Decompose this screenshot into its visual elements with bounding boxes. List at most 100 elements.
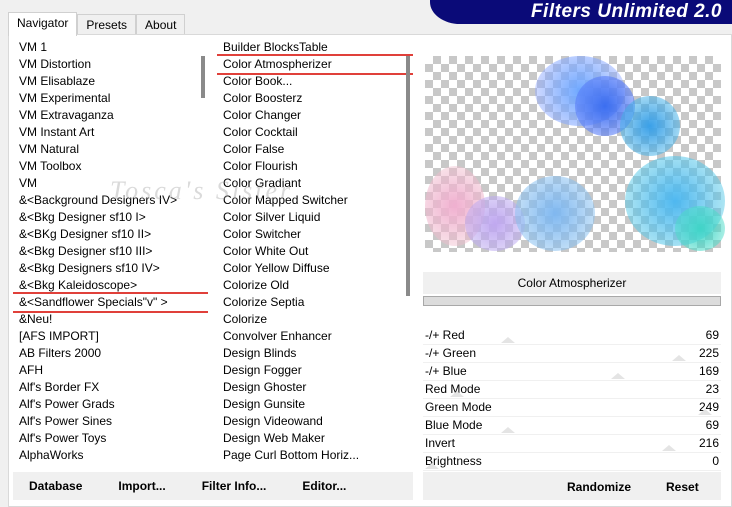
slider-value: 23 bbox=[705, 382, 719, 396]
category-item[interactable]: AlphaWorks bbox=[13, 447, 208, 464]
filter-item[interactable]: Color Boosterz bbox=[217, 90, 413, 107]
app-title-banner: Filters Unlimited 2.0 bbox=[430, 0, 732, 24]
filter-item[interactable]: Design Ghoster bbox=[217, 379, 413, 396]
reset-button[interactable]: Reset bbox=[666, 480, 699, 494]
randomize-button[interactable]: Randomize bbox=[567, 480, 631, 494]
slider-row[interactable]: -/+ Green 225 bbox=[423, 345, 721, 363]
category-item[interactable]: &<Bkg Designer sf10 III> bbox=[13, 243, 208, 260]
slider-row[interactable]: Invert 216 bbox=[423, 435, 721, 453]
slider-label: Blue Mode bbox=[425, 418, 483, 432]
filter-item[interactable]: Colorize bbox=[217, 311, 413, 328]
import-button[interactable]: Import... bbox=[118, 479, 165, 493]
category-item[interactable]: &<BKg Designer sf10 II> bbox=[13, 226, 208, 243]
slider-label: -/+ Green bbox=[425, 346, 477, 360]
category-item[interactable]: [AFS IMPORT] bbox=[13, 328, 208, 345]
category-item[interactable]: AB Filters 2000 bbox=[13, 345, 208, 362]
category-item[interactable]: Alf's Border FX bbox=[13, 379, 208, 396]
category-list[interactable]: VM 1 VM Distortion VM Elisablaze VM Experim… bbox=[13, 38, 208, 470]
category-item[interactable]: &Neu! bbox=[13, 311, 208, 328]
slider-row[interactable]: Red Mode 23 bbox=[423, 381, 721, 399]
category-item[interactable]: VM Extravaganza bbox=[13, 107, 208, 124]
bottom-toolbar: Database Import... Filter Info... Editor… bbox=[13, 472, 413, 500]
slider-row[interactable]: -/+ Red 69 bbox=[423, 327, 721, 345]
slider-thumb[interactable] bbox=[425, 463, 439, 469]
filter-item[interactable]: Colorize Old bbox=[217, 277, 413, 294]
filter-item[interactable]: Color Silver Liquid bbox=[217, 209, 413, 226]
editor-button[interactable]: Editor... bbox=[302, 479, 346, 493]
slider-row[interactable]: Brightness 0 bbox=[423, 453, 721, 471]
slider-value: 69 bbox=[705, 418, 719, 432]
filter-item[interactable]: Color False bbox=[217, 141, 413, 158]
preset-toolbar: Randomize Reset bbox=[423, 472, 721, 500]
filter-list[interactable]: Builder BlocksTable Color Atmospherizer Co… bbox=[217, 38, 413, 470]
category-item[interactable]: VM Elisablaze bbox=[13, 73, 208, 90]
category-item[interactable]: &<Background Designers IV> bbox=[13, 192, 208, 209]
category-item[interactable]: Alf's Power Grads bbox=[13, 396, 208, 413]
slider-thumb[interactable] bbox=[672, 355, 687, 361]
category-item[interactable]: VM Experimental bbox=[13, 90, 208, 107]
slider-value: 169 bbox=[698, 364, 719, 378]
slider-label: -/+ Blue bbox=[425, 364, 467, 378]
tab-navigator[interactable]: Navigator bbox=[8, 12, 78, 36]
slider-thumb[interactable] bbox=[698, 409, 713, 415]
category-item[interactable]: Alf's Power Toys bbox=[13, 430, 208, 447]
filter-item[interactable]: Color Book... bbox=[217, 73, 413, 90]
slider-row[interactable]: -/+ Blue 169 bbox=[423, 363, 721, 381]
slider-value: 216 bbox=[698, 436, 719, 450]
filter-item[interactable]: Color White Out bbox=[217, 243, 413, 260]
filter-item[interactable]: Design Fogger bbox=[217, 362, 413, 379]
category-item[interactable]: AFH bbox=[13, 362, 208, 379]
database-button[interactable]: Database bbox=[29, 479, 82, 493]
tab-about[interactable]: About bbox=[136, 14, 186, 34]
filter-item[interactable]: Color Cocktail bbox=[217, 124, 413, 141]
filter-item[interactable]: Color Atmospherizer bbox=[217, 54, 413, 75]
filter-item[interactable]: Convolver Enhancer bbox=[217, 328, 413, 345]
category-item[interactable]: VM Distortion bbox=[13, 56, 208, 73]
filter-item[interactable]: Design Videowand bbox=[217, 413, 413, 430]
category-item[interactable]: VM 1 bbox=[13, 39, 208, 56]
slider-row[interactable]: Blue Mode 69 bbox=[423, 417, 721, 435]
filter-item[interactable]: Color Changer bbox=[217, 107, 413, 124]
filter-info-button[interactable]: Filter Info... bbox=[202, 479, 267, 493]
filter-item[interactable]: Design Gunsite bbox=[217, 396, 413, 413]
slider-label: Invert bbox=[425, 436, 456, 450]
tab-bar: Navigator Presets About bbox=[8, 12, 186, 36]
slider-thumb[interactable] bbox=[662, 445, 677, 451]
filter-item[interactable]: Color Mapped Switcher bbox=[217, 192, 413, 209]
category-item[interactable]: &<Bkg Designer sf10 I> bbox=[13, 209, 208, 226]
slider-thumb[interactable] bbox=[500, 427, 515, 433]
filter-item[interactable]: Colorize Septia bbox=[217, 294, 413, 311]
filter-name-label: Color Atmospherizer bbox=[423, 272, 721, 294]
filter-item[interactable]: Color Gradiant bbox=[217, 175, 413, 192]
slider-label: -/+ Red bbox=[425, 328, 465, 342]
slider-thumb[interactable] bbox=[450, 391, 465, 397]
category-item[interactable]: VM bbox=[13, 175, 208, 192]
category-item[interactable]: &<Bkg Designers sf10 IV> bbox=[13, 260, 208, 277]
category-item[interactable]: VM Toolbox bbox=[13, 158, 208, 175]
filter-item[interactable]: Color Switcher bbox=[217, 226, 413, 243]
filter-item[interactable]: Design Blinds bbox=[217, 345, 413, 362]
category-item[interactable]: VM Natural bbox=[13, 141, 208, 158]
slider-thumb[interactable] bbox=[500, 337, 515, 343]
category-item[interactable]: Alf's Power Sines bbox=[13, 413, 208, 430]
slider-label: Green Mode bbox=[425, 400, 492, 414]
tab-presets[interactable]: Presets bbox=[77, 14, 137, 34]
filter-item[interactable]: Color Yellow Diffuse bbox=[217, 260, 413, 277]
category-item[interactable]: &<Sandflower Specials"v" > bbox=[13, 292, 208, 313]
preview-pane bbox=[423, 38, 725, 270]
filter-scrollbar[interactable] bbox=[406, 56, 410, 296]
filter-item[interactable]: Page Curl Bottom Horiz... bbox=[217, 447, 413, 464]
preview-image bbox=[425, 56, 725, 252]
slider-value: 69 bbox=[705, 328, 719, 342]
filter-item[interactable]: Color Flourish bbox=[217, 158, 413, 175]
category-item[interactable]: &<Bkg Kaleidoscope> bbox=[13, 277, 208, 294]
filter-item[interactable]: Builder BlocksTable bbox=[217, 39, 413, 56]
slider-value: 225 bbox=[698, 346, 719, 360]
filter-item[interactable]: Design Web Maker bbox=[217, 430, 413, 447]
slider-value: 0 bbox=[712, 454, 719, 468]
slider-panel: -/+ Red 69 -/+ Green 225 -/+ Blue 169 Red Mode… bbox=[423, 327, 721, 471]
slider-row[interactable]: Green Mode 249 bbox=[423, 399, 721, 417]
slider-thumb[interactable] bbox=[610, 373, 625, 379]
category-scrollbar[interactable] bbox=[201, 56, 205, 98]
category-item[interactable]: VM Instant Art bbox=[13, 124, 208, 141]
